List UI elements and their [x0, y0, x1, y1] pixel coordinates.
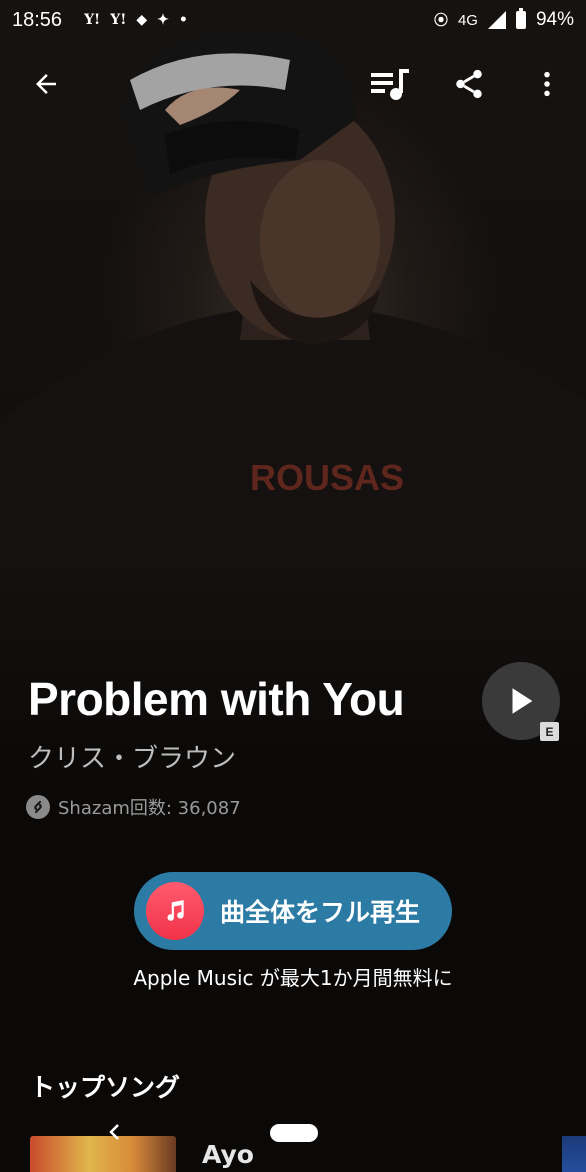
yahoo-icon: Y!: [84, 12, 101, 28]
music-note-icon: [167, 900, 184, 921]
top-app-bar: [0, 56, 586, 116]
apple-music-icon: [146, 882, 204, 940]
svg-text:ROUSAS: ROUSAS: [250, 457, 404, 498]
signal-icon: [487, 11, 506, 29]
back-arrow-icon: [36, 74, 56, 94]
song-title: Problem with You: [28, 673, 405, 725]
more-vert-icon: [544, 71, 550, 97]
apple-music-full-play-button[interactable]: 曲全体をフル再生: [134, 872, 452, 950]
shazam-count-row: Shazam回数: 36,087: [26, 794, 241, 820]
butterfly-icon: ✦: [157, 12, 169, 28]
nav-home-pill[interactable]: [270, 1124, 318, 1142]
share-icon: [456, 69, 482, 99]
battery-icon: [515, 8, 526, 29]
artist-name[interactable]: クリス・ブラウン: [28, 738, 236, 775]
song-artwork-next[interactable]: [562, 1136, 586, 1172]
share-button[interactable]: [441, 56, 497, 112]
queue-button[interactable]: [362, 56, 418, 112]
network-type: 4G: [457, 11, 478, 29]
shazam-count: Shazam回数: 36,087: [58, 798, 241, 819]
top-songs-heading: トップソング: [30, 1073, 181, 1102]
battery-percent: 94%: [535, 9, 574, 30]
shazam-icon: [26, 795, 50, 819]
status-right: ⦿ 4G 94%: [433, 8, 574, 31]
status-time: 18:56: [12, 8, 63, 31]
full-play-label: 曲全体をフル再生: [220, 898, 421, 927]
song-artwork[interactable]: [30, 1136, 176, 1172]
status-bar: 18:56 Y! Y! ◆ ✦ • ⦿ 4G 94%: [0, 0, 586, 40]
yahoo-icon: Y!: [110, 12, 127, 28]
nav-back-button[interactable]: [104, 1120, 124, 1144]
back-button[interactable]: [18, 56, 74, 112]
song-item-title[interactable]: Ayo: [202, 1140, 254, 1169]
explicit-badge: E: [540, 722, 559, 741]
dot-icon: •: [178, 12, 188, 28]
more-button[interactable]: [519, 56, 575, 112]
cube-icon: ◆: [136, 12, 148, 28]
apple-music-promo: Apple Music が最大1か月間無料に: [133, 966, 453, 990]
nfc-icon: ⦿: [433, 13, 448, 29]
queue-music-icon: [371, 69, 409, 100]
chevron-left-icon: [109, 1124, 119, 1140]
play-icon: [512, 688, 533, 714]
status-left: 18:56 Y! Y! ◆ ✦ •: [12, 9, 188, 32]
